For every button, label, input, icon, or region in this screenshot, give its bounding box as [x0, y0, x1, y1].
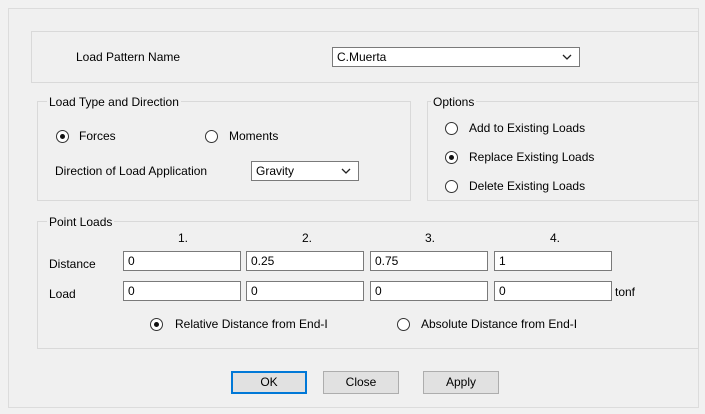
point-loads-title: Point Loads	[47, 215, 115, 229]
absolute-distance-label: Absolute Distance from End-I	[421, 317, 578, 331]
relative-distance-label: Relative Distance from End-I	[175, 317, 328, 331]
load-pattern-value: C.Muerta	[337, 50, 387, 64]
load-field-2[interactable]: 0	[246, 281, 364, 301]
add-to-existing-radio[interactable]	[445, 122, 458, 135]
column-header-2: 2.	[301, 231, 312, 245]
load-unit-label: tonf	[615, 285, 636, 299]
moments-label: Moments	[229, 129, 279, 143]
load-pattern-label: Load Pattern Name	[76, 50, 181, 64]
column-header-4: 4.	[549, 231, 560, 245]
direction-label: Direction of Load Application	[55, 164, 208, 178]
load-type-title: Load Type and Direction	[47, 95, 181, 109]
replace-existing-radio[interactable]	[445, 151, 458, 164]
distance-field-2[interactable]: 0.25	[246, 251, 364, 271]
moments-radio[interactable]	[205, 130, 218, 143]
absolute-distance-radio[interactable]	[397, 318, 410, 331]
relative-distance-radio[interactable]	[150, 318, 163, 331]
column-header-1: 1.	[177, 231, 188, 245]
forces-radio[interactable]	[56, 130, 69, 143]
load-field-4[interactable]: 0	[494, 281, 612, 301]
column-header-3: 3.	[424, 231, 435, 245]
delete-existing-label: Delete Existing Loads	[469, 179, 586, 193]
distance-field-1[interactable]: 0	[123, 251, 241, 271]
chevron-down-icon	[562, 54, 572, 60]
distance-row-label: Distance	[49, 257, 96, 271]
direction-select[interactable]: Gravity	[251, 161, 359, 181]
options-title: Options	[431, 95, 477, 109]
load-field-1[interactable]: 0	[123, 281, 241, 301]
distance-field-3[interactable]: 0.75	[370, 251, 488, 271]
ok-button[interactable]: OK	[231, 371, 307, 394]
delete-existing-radio[interactable]	[445, 180, 458, 193]
load-field-3[interactable]: 0	[370, 281, 488, 301]
load-pattern-select[interactable]: C.Muerta	[332, 47, 580, 67]
point-load-dialog: Load Pattern Name C.Muerta Load Type and…	[8, 8, 699, 408]
forces-label: Forces	[79, 129, 116, 143]
direction-value: Gravity	[256, 164, 295, 178]
close-button[interactable]: Close	[323, 371, 399, 394]
replace-existing-label: Replace Existing Loads	[469, 150, 595, 164]
add-to-existing-label: Add to Existing Loads	[469, 121, 586, 135]
load-row-label: Load	[49, 287, 76, 301]
chevron-down-icon	[341, 168, 351, 174]
distance-field-4[interactable]: 1	[494, 251, 612, 271]
apply-button[interactable]: Apply	[423, 371, 499, 394]
load-type-group	[37, 101, 411, 201]
